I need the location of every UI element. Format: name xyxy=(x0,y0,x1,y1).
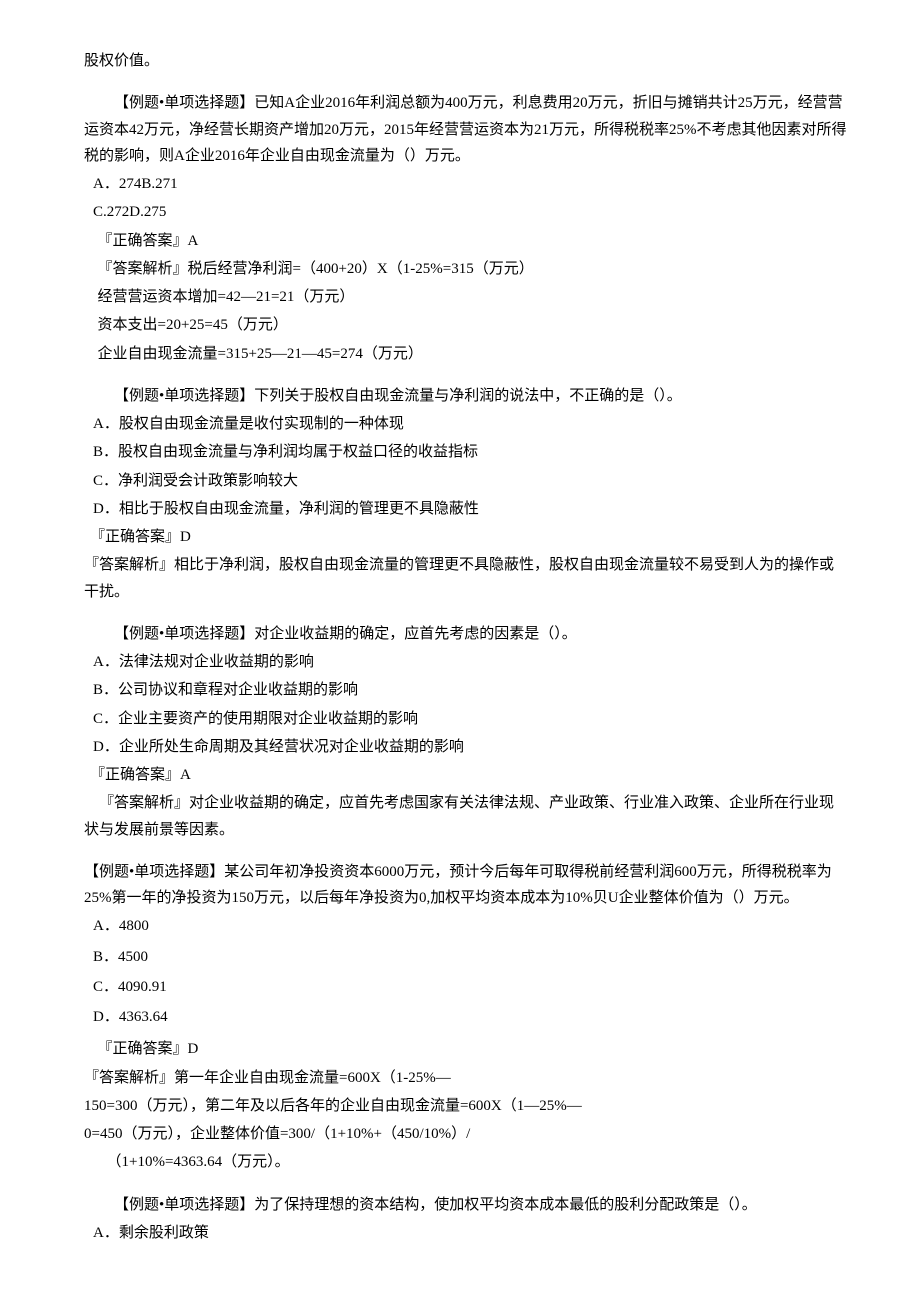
q2-answer: 『正确答案』D xyxy=(90,524,848,550)
q1-explanation-line-3: 资本支出=20+25=45（万元） xyxy=(98,312,849,338)
intro-text: 股权价值。 xyxy=(84,48,848,74)
q4-option-b: B．4500 xyxy=(93,944,848,970)
q3-option-c: C．企业主要资产的使用期限对企业收益期的影响 xyxy=(93,706,848,732)
q4-explanation-line-1: 『答案解析』第一年企业自由现金流量=600X（1-25%— xyxy=(84,1065,848,1091)
q1-explanation-line-2: 经营营运资本增加=42—21=21（万元） xyxy=(98,284,849,310)
q3-option-b: B．公司协议和章程对企业收益期的影响 xyxy=(93,677,848,703)
q4-explanation-line-2: 150=300（万元），第二年及以后各年的企业自由现金流量=600X（1—25%… xyxy=(84,1093,848,1119)
q2-stem: 【例题•单项选择题】下列关于股权自由现金流量与净利润的说法中，不正确的是（）。 xyxy=(84,383,848,409)
spacer xyxy=(84,607,848,621)
q2-option-b: B．股权自由现金流量与净利润均属于权益口径的收益指标 xyxy=(93,439,848,465)
q5-option-a: A．剩余股利政策 xyxy=(93,1220,848,1246)
q2-option-a: A．股权自由现金流量是收付实现制的一种体现 xyxy=(93,411,848,437)
q1-explanation-line-1: 『答案解析』税后经营净利润=（400+20）X（1-25%=315（万元） xyxy=(98,256,849,282)
q2-option-d: D．相比于股权自由现金流量，净利润的管理更不具隐蔽性 xyxy=(93,496,848,522)
q3-option-a: A．法律法规对企业收益期的影响 xyxy=(93,649,848,675)
q5-stem: 【例题•单项选择题】为了保持理想的资本结构，使加权平均资本成本最低的股利分配政策… xyxy=(84,1192,848,1218)
q3-option-d: D．企业所处生命周期及其经营状况对企业收益期的影响 xyxy=(93,734,848,760)
q1-option-c: C.272D.275 xyxy=(93,199,848,225)
spacer xyxy=(84,845,848,859)
q2-option-c: C．净利润受会计政策影响较大 xyxy=(93,468,848,494)
q1-explanation-line-4: 企业自由现金流量=315+25—21—45=274（万元） xyxy=(98,341,849,367)
q2-explanation: 『答案解析』相比于净利润，股权自由现金流量的管理更不具隐蔽性，股权自由现金流量较… xyxy=(84,552,848,605)
q3-stem: 【例题•单项选择题】对企业收益期的确定，应首先考虑的因素是（）。 xyxy=(84,621,848,647)
q4-answer: 『正确答案』D xyxy=(98,1036,849,1062)
q3-answer: 『正确答案』A xyxy=(90,762,848,788)
q1-option-a: A．274B.271 xyxy=(93,171,848,197)
q4-option-c: C．4090.91 xyxy=(93,974,848,1000)
q4-option-d: D．4363.64 xyxy=(93,1004,848,1030)
q1-stem: 【例题•单项选择题】已知A企业2016年利润总额为400万元，利息费用20万元，… xyxy=(84,90,848,169)
spacer xyxy=(84,1178,848,1192)
q4-stem: 【例题•单项选择题】某公司年初净投资资本6000万元，预计今后每年可取得税前经营… xyxy=(84,859,848,912)
q1-answer: 『正确答案』A xyxy=(98,228,849,254)
q4-explanation-line-3: 0=450（万元），企业整体价值=300/（1+10%+（450/10%）/ xyxy=(84,1121,848,1147)
spacer xyxy=(84,76,848,90)
spacer xyxy=(84,369,848,383)
q4-option-a: A．4800 xyxy=(93,913,848,939)
q3-explanation: 『答案解析』对企业收益期的确定，应首先考虑国家有关法律法规、产业政策、行业准入政… xyxy=(84,790,848,843)
q4-explanation-line-4: （1+10%=4363.64（万元）。 xyxy=(84,1149,848,1175)
